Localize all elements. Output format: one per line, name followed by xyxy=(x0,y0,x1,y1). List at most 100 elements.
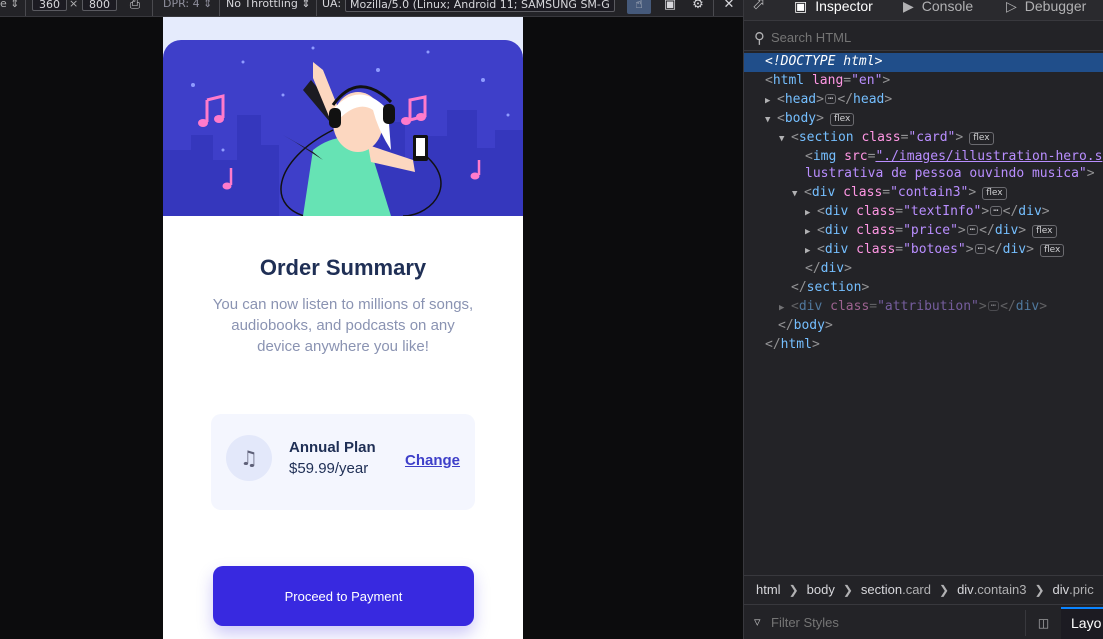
breadcrumb-item[interactable]: html xyxy=(756,576,781,603)
expand-arrow-icon[interactable]: ▶ xyxy=(779,299,791,317)
tag-name: div xyxy=(1015,299,1040,314)
rotate-device-icon[interactable]: ⎙ xyxy=(125,0,145,14)
tree-row-body[interactable]: ▼ <body> flex xyxy=(744,110,1103,129)
filter-icon: ▿ xyxy=(754,615,761,630)
collapsed-ellipsis-icon[interactable]: ⋯ xyxy=(987,301,1000,311)
touch-simulation-icon[interactable]: ☝ xyxy=(627,0,651,14)
tab-inspector[interactable]: ▣ Inspector xyxy=(794,0,873,20)
tree-row-close-div[interactable]: </div> xyxy=(744,260,1103,279)
breadcrumb-item[interactable]: div.pric xyxy=(1053,576,1094,603)
expand-arrow-icon[interactable]: ▶ xyxy=(805,223,817,241)
tag-name: section xyxy=(798,130,854,145)
attr-name: src xyxy=(844,149,868,164)
attr-value: "textInfo" xyxy=(903,204,982,219)
tab-layout[interactable]: Layo xyxy=(1061,607,1103,639)
styles-panel-header: ▿ ◫ Layo xyxy=(744,604,1103,639)
collapsed-ellipsis-icon[interactable]: ⋯ xyxy=(974,244,986,254)
tree-row-textinfo[interactable]: ▶ <div class="textInfo"> ⋯ </div> xyxy=(744,203,1103,222)
attr-name: class xyxy=(856,223,896,238)
attr-value[interactable]: "./images/illustration-hero.s xyxy=(875,149,1102,164)
tag-name: html xyxy=(780,337,812,352)
tag-name: head xyxy=(784,92,817,107)
attr-name: lang xyxy=(811,73,844,88)
breadcrumb-item[interactable]: div.contain3 xyxy=(957,576,1026,603)
toolbar-divider xyxy=(152,0,153,16)
breadcrumb-class: .card xyxy=(902,582,931,597)
tab-console[interactable]: ▶ Console xyxy=(903,0,973,20)
filter-styles-input[interactable] xyxy=(771,613,1001,631)
flex-badge[interactable]: flex xyxy=(1032,225,1057,238)
attr-name: class xyxy=(861,130,901,145)
element-picker-icon[interactable]: ⬀ xyxy=(752,0,765,19)
throttling-select[interactable]: No Throttling ⇕ xyxy=(226,0,311,14)
device-viewport: Order Summary You can now listen to mill… xyxy=(163,17,523,639)
tree-row-img-cont[interactable]: lustrativa de pessoa ouvindo musica"> xyxy=(744,165,1103,184)
flex-badge[interactable]: flex xyxy=(982,187,1007,200)
tab-label: Inspector xyxy=(815,0,873,14)
tree-row-botoes[interactable]: ▶ <div class="botoes"> ⋯ </div> flex xyxy=(744,241,1103,260)
tree-row-html[interactable]: <html lang="en"> xyxy=(744,72,1103,91)
breadcrumb-item[interactable]: body xyxy=(807,576,835,603)
attr-value: "card" xyxy=(908,130,956,145)
flex-badge[interactable]: flex xyxy=(969,132,994,145)
expand-arrow-icon[interactable]: ▶ xyxy=(805,242,817,260)
collapse-arrow-icon[interactable]: ▼ xyxy=(779,130,791,148)
close-rdm-icon[interactable]: ✕ xyxy=(719,0,739,14)
breadcrumb-item[interactable]: section.card xyxy=(861,576,931,603)
viewport-height-input[interactable]: 800 xyxy=(82,0,117,11)
order-summary-card: Order Summary You can now listen to mill… xyxy=(163,40,523,639)
tag-name: div xyxy=(798,299,823,314)
attr-name: class xyxy=(830,299,870,314)
collapsed-ellipsis-icon[interactable]: ⋯ xyxy=(990,206,1002,216)
attr-value: "attribution" xyxy=(877,299,979,314)
dpr-select[interactable]: DPR: 4 ⇕ xyxy=(163,0,212,14)
tag-name: body xyxy=(793,318,825,333)
markup-tree: <!DOCTYPE html> <html lang="en"> ▶ <head>… xyxy=(744,53,1103,573)
toggle-split-pane-icon[interactable]: ◫ xyxy=(1025,610,1061,636)
tag-name: div xyxy=(1018,204,1042,219)
device-select[interactable]: e ⇕ xyxy=(0,0,19,14)
tree-row-close-body[interactable]: </body> xyxy=(744,317,1103,336)
tree-row-price[interactable]: ▶ <div class="price"> ⋯ </div> flex xyxy=(744,222,1103,241)
plan-price: $59.99/year xyxy=(289,460,369,477)
tag-name: div xyxy=(824,204,849,219)
user-agent-input[interactable]: Mozilla/5.0 (Linux; Android 11; SAMSUNG … xyxy=(345,0,615,12)
html-search-input[interactable] xyxy=(771,28,1091,46)
screenshot-icon[interactable]: ▣ xyxy=(660,0,680,14)
tag-name: div xyxy=(820,261,845,276)
doctype-node: <!DOCTYPE html> xyxy=(765,54,883,69)
tree-row-doctype[interactable]: <!DOCTYPE html> xyxy=(744,53,1103,72)
collapse-arrow-icon[interactable]: ▼ xyxy=(765,111,777,129)
collapsed-ellipsis-icon[interactable]: ⋯ xyxy=(824,94,837,104)
order-summary-title: Order Summary xyxy=(259,255,427,280)
order-summary-description: You can now listen to millions of songs,… xyxy=(212,296,474,355)
tree-row-attribution[interactable]: ▶ <div class="attribution"> ⋯ </div> xyxy=(744,298,1103,317)
search-icon: ⚲ xyxy=(754,29,765,47)
proceed-to-payment-button[interactable]: Proceed to Payment xyxy=(213,566,474,626)
breadcrumb-tag: section xyxy=(860,582,903,597)
flex-badge[interactable]: flex xyxy=(829,113,855,126)
plan-name: Annual Plan xyxy=(289,439,376,456)
tree-row-close-html[interactable]: </html> xyxy=(744,336,1103,355)
flex-badge[interactable]: flex xyxy=(1039,244,1065,257)
tree-row-close-section[interactable]: </section> xyxy=(744,279,1103,298)
attr-value: lustrativa de pessoa ouvindo musica" xyxy=(805,166,1087,181)
attr-value: "botoes" xyxy=(903,242,966,257)
tree-row-contain3[interactable]: ▼ <div class="contain3"> flex xyxy=(744,184,1103,203)
expand-arrow-icon[interactable]: ▶ xyxy=(765,92,777,110)
tab-debugger[interactable]: ▷ Debugger xyxy=(1006,0,1086,20)
tree-row-section[interactable]: ▼ <section class="card"> flex xyxy=(744,129,1103,148)
tag-name: div xyxy=(994,223,1019,238)
html-search-bar: ⚲ xyxy=(744,25,1103,51)
change-plan-link[interactable]: Change xyxy=(405,452,460,469)
attr-name: class xyxy=(856,242,896,257)
viewport-width-input[interactable]: 360 xyxy=(32,0,67,11)
toolbar-divider xyxy=(25,0,26,16)
settings-gear-icon[interactable]: ⚙ xyxy=(688,0,708,14)
tree-row-head[interactable]: ▶ <head> ⋯ </head> xyxy=(744,91,1103,110)
attr-value: "price" xyxy=(903,223,958,238)
collapsed-ellipsis-icon[interactable]: ⋯ xyxy=(966,225,979,235)
collapse-arrow-icon[interactable]: ▼ xyxy=(792,185,804,203)
dimension-separator: × xyxy=(69,0,79,10)
expand-arrow-icon[interactable]: ▶ xyxy=(805,204,817,222)
